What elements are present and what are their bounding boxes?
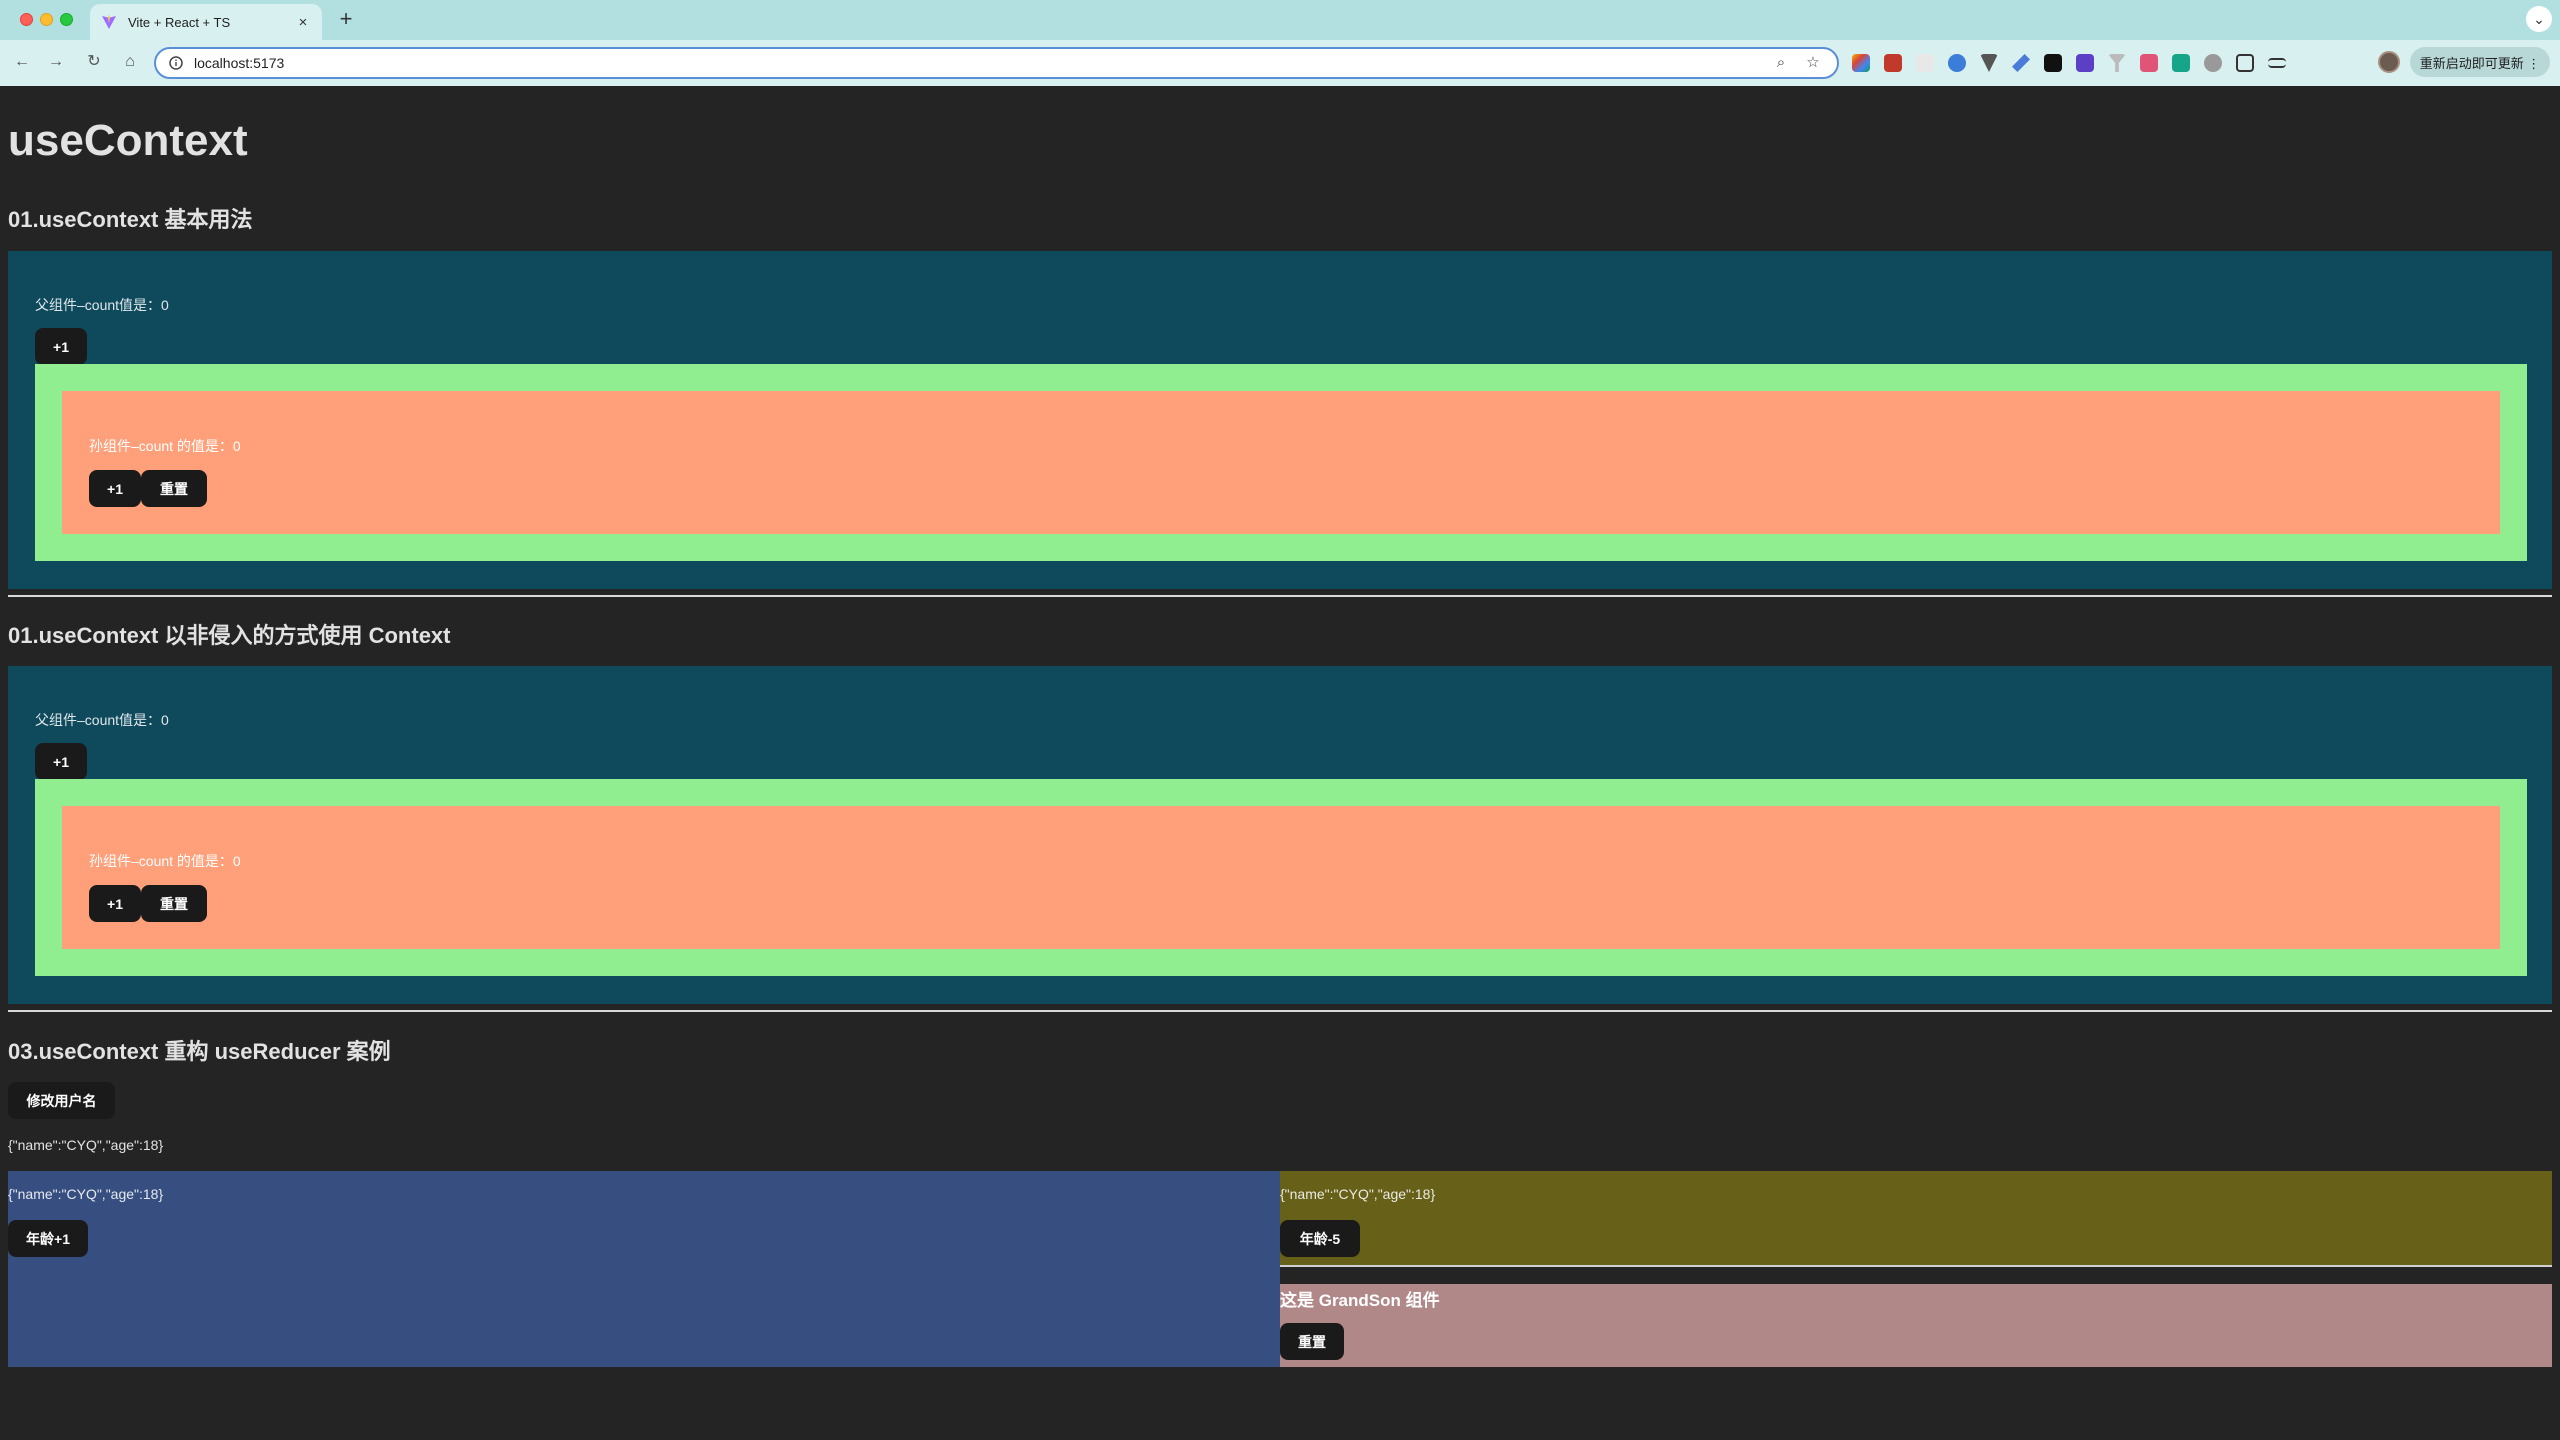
rename-user-button[interactable]: 修改用户名 xyxy=(8,1082,115,1119)
tab-close-icon[interactable]: × xyxy=(294,14,312,31)
grandchild-reset-button[interactable]: 重置 xyxy=(141,470,207,507)
vite-logo-icon xyxy=(100,13,118,31)
section-title-basic: 01.useContext 基本用法 xyxy=(8,207,253,232)
extension-icon[interactable] xyxy=(2044,54,2062,72)
age-decrement-button[interactable]: 年龄-5 xyxy=(1280,1220,1360,1257)
tab-title: Vite + React + TS xyxy=(128,14,231,30)
parent-count-label: 父组件–count值是：0 xyxy=(35,712,169,728)
filter-icon[interactable] xyxy=(2108,54,2126,72)
grandchild-increment-button[interactable]: +1 xyxy=(89,470,141,507)
grandchild-increment-button[interactable]: +1 xyxy=(89,885,141,922)
parent-component-box: 父组件–count值是：0 +1 孙组件–count 的值是：0 +1 重置 xyxy=(8,251,2552,589)
son-right-panel: {"name":"CYQ","age":18} 年龄-5 xyxy=(1280,1171,2552,1265)
section-title-use-reducer: 03.useContext 重构 useReducer 案例 xyxy=(8,1039,391,1064)
extension-icon[interactable] xyxy=(2172,54,2190,72)
minimize-window-button[interactable] xyxy=(40,13,53,26)
vue-devtools-icon[interactable] xyxy=(1980,54,1998,72)
grandchild-count-label: 孙组件–count 的值是：0 xyxy=(89,853,241,869)
tab-strip: Vite + React + TS × + ⌄ xyxy=(0,0,2560,40)
parent-increment-button[interactable]: +1 xyxy=(35,743,87,780)
url-text[interactable]: localhost:5173 xyxy=(194,55,1761,71)
extension-icon[interactable] xyxy=(1948,54,1966,72)
site-info-icon[interactable] xyxy=(168,55,184,71)
section-title-non-intrusive: 01.useContext 以非侵入的方式使用 Context xyxy=(8,623,451,648)
extension-icon[interactable] xyxy=(1916,54,1934,72)
update-restart-button[interactable]: 重新启动即可更新 ⋮ xyxy=(2410,47,2550,77)
browser-chrome: Vite + React + TS × + ⌄ ← → ↻ ⌂ localhos… xyxy=(0,0,2560,86)
page-content: useContext 01.useContext 基本用法 父组件–count值… xyxy=(0,86,2560,1440)
extension-icon[interactable] xyxy=(1852,54,1870,72)
grandson-panel: 这是 GrandSon 组件 重置 xyxy=(1280,1284,2552,1367)
panel-gap xyxy=(1280,1267,2552,1284)
tab-search-chevron-icon[interactable]: ⌄ xyxy=(2526,6,2552,32)
profile-avatar[interactable] xyxy=(2378,51,2400,73)
son-left-panel: {"name":"CYQ","age":18} 年龄+1 xyxy=(8,1171,1280,1367)
forward-arrow-icon[interactable]: → xyxy=(44,50,68,74)
age-increment-button[interactable]: 年龄+1 xyxy=(8,1220,88,1257)
address-bar[interactable]: localhost:5173 ⌕ ☆ xyxy=(154,47,1839,79)
browser-tab-active[interactable]: Vite + React + TS × xyxy=(90,4,322,40)
left-state-json-text: {"name":"CYQ","age":18} xyxy=(8,1186,164,1202)
extension-icon[interactable] xyxy=(2140,54,2158,72)
parent-component-box: 父组件–count值是：0 +1 孙组件–count 的值是：0 +1 重置 xyxy=(8,666,2552,1004)
puzzle-extensions-icon[interactable] xyxy=(2236,54,2254,72)
close-window-button[interactable] xyxy=(20,13,33,26)
browser-toolbar: ← → ↻ ⌂ localhost:5173 ⌕ ☆ xyxy=(0,40,2560,86)
page-title: useContext xyxy=(8,116,248,165)
extension-icon[interactable] xyxy=(2076,54,2094,72)
grandson-reset-button[interactable]: 重置 xyxy=(1280,1323,1344,1360)
reading-list-icon[interactable] xyxy=(2268,58,2286,68)
maximize-window-button[interactable] xyxy=(60,13,73,26)
zoom-icon[interactable]: ⌕ xyxy=(1769,51,1793,75)
bookmark-star-icon[interactable]: ☆ xyxy=(1801,51,1825,75)
grandchild-reset-button[interactable]: 重置 xyxy=(141,885,207,922)
grandson-title: 这是 GrandSon 组件 xyxy=(1280,1291,1440,1310)
grandchild-component-box: 孙组件–count 的值是：0 +1 重置 xyxy=(62,391,2500,534)
state-json-text: {"name":"CYQ","age":18} xyxy=(8,1137,164,1153)
parent-count-label: 父组件–count值是：0 xyxy=(35,297,169,313)
extension-icon[interactable] xyxy=(2204,54,2222,72)
back-arrow-icon[interactable]: ← xyxy=(10,50,34,74)
child-component-box: 孙组件–count 的值是：0 +1 重置 xyxy=(35,364,2527,561)
extensions-row xyxy=(1852,52,2286,74)
section-divider xyxy=(8,1010,2552,1012)
right-state-json-text: {"name":"CYQ","age":18} xyxy=(1280,1186,1436,1202)
section-divider xyxy=(8,595,2552,597)
home-icon[interactable]: ⌂ xyxy=(118,50,142,74)
pen-icon[interactable] xyxy=(2012,54,2030,72)
new-tab-button[interactable]: + xyxy=(334,8,358,32)
parent-increment-button[interactable]: +1 xyxy=(35,328,87,365)
grandchild-count-label: 孙组件–count 的值是：0 xyxy=(89,438,241,454)
reload-icon[interactable]: ↻ xyxy=(82,50,106,74)
child-component-box: 孙组件–count 的值是：0 +1 重置 xyxy=(35,779,2527,976)
extension-icon[interactable] xyxy=(1884,54,1902,72)
grandchild-component-box: 孙组件–count 的值是：0 +1 重置 xyxy=(62,806,2500,949)
